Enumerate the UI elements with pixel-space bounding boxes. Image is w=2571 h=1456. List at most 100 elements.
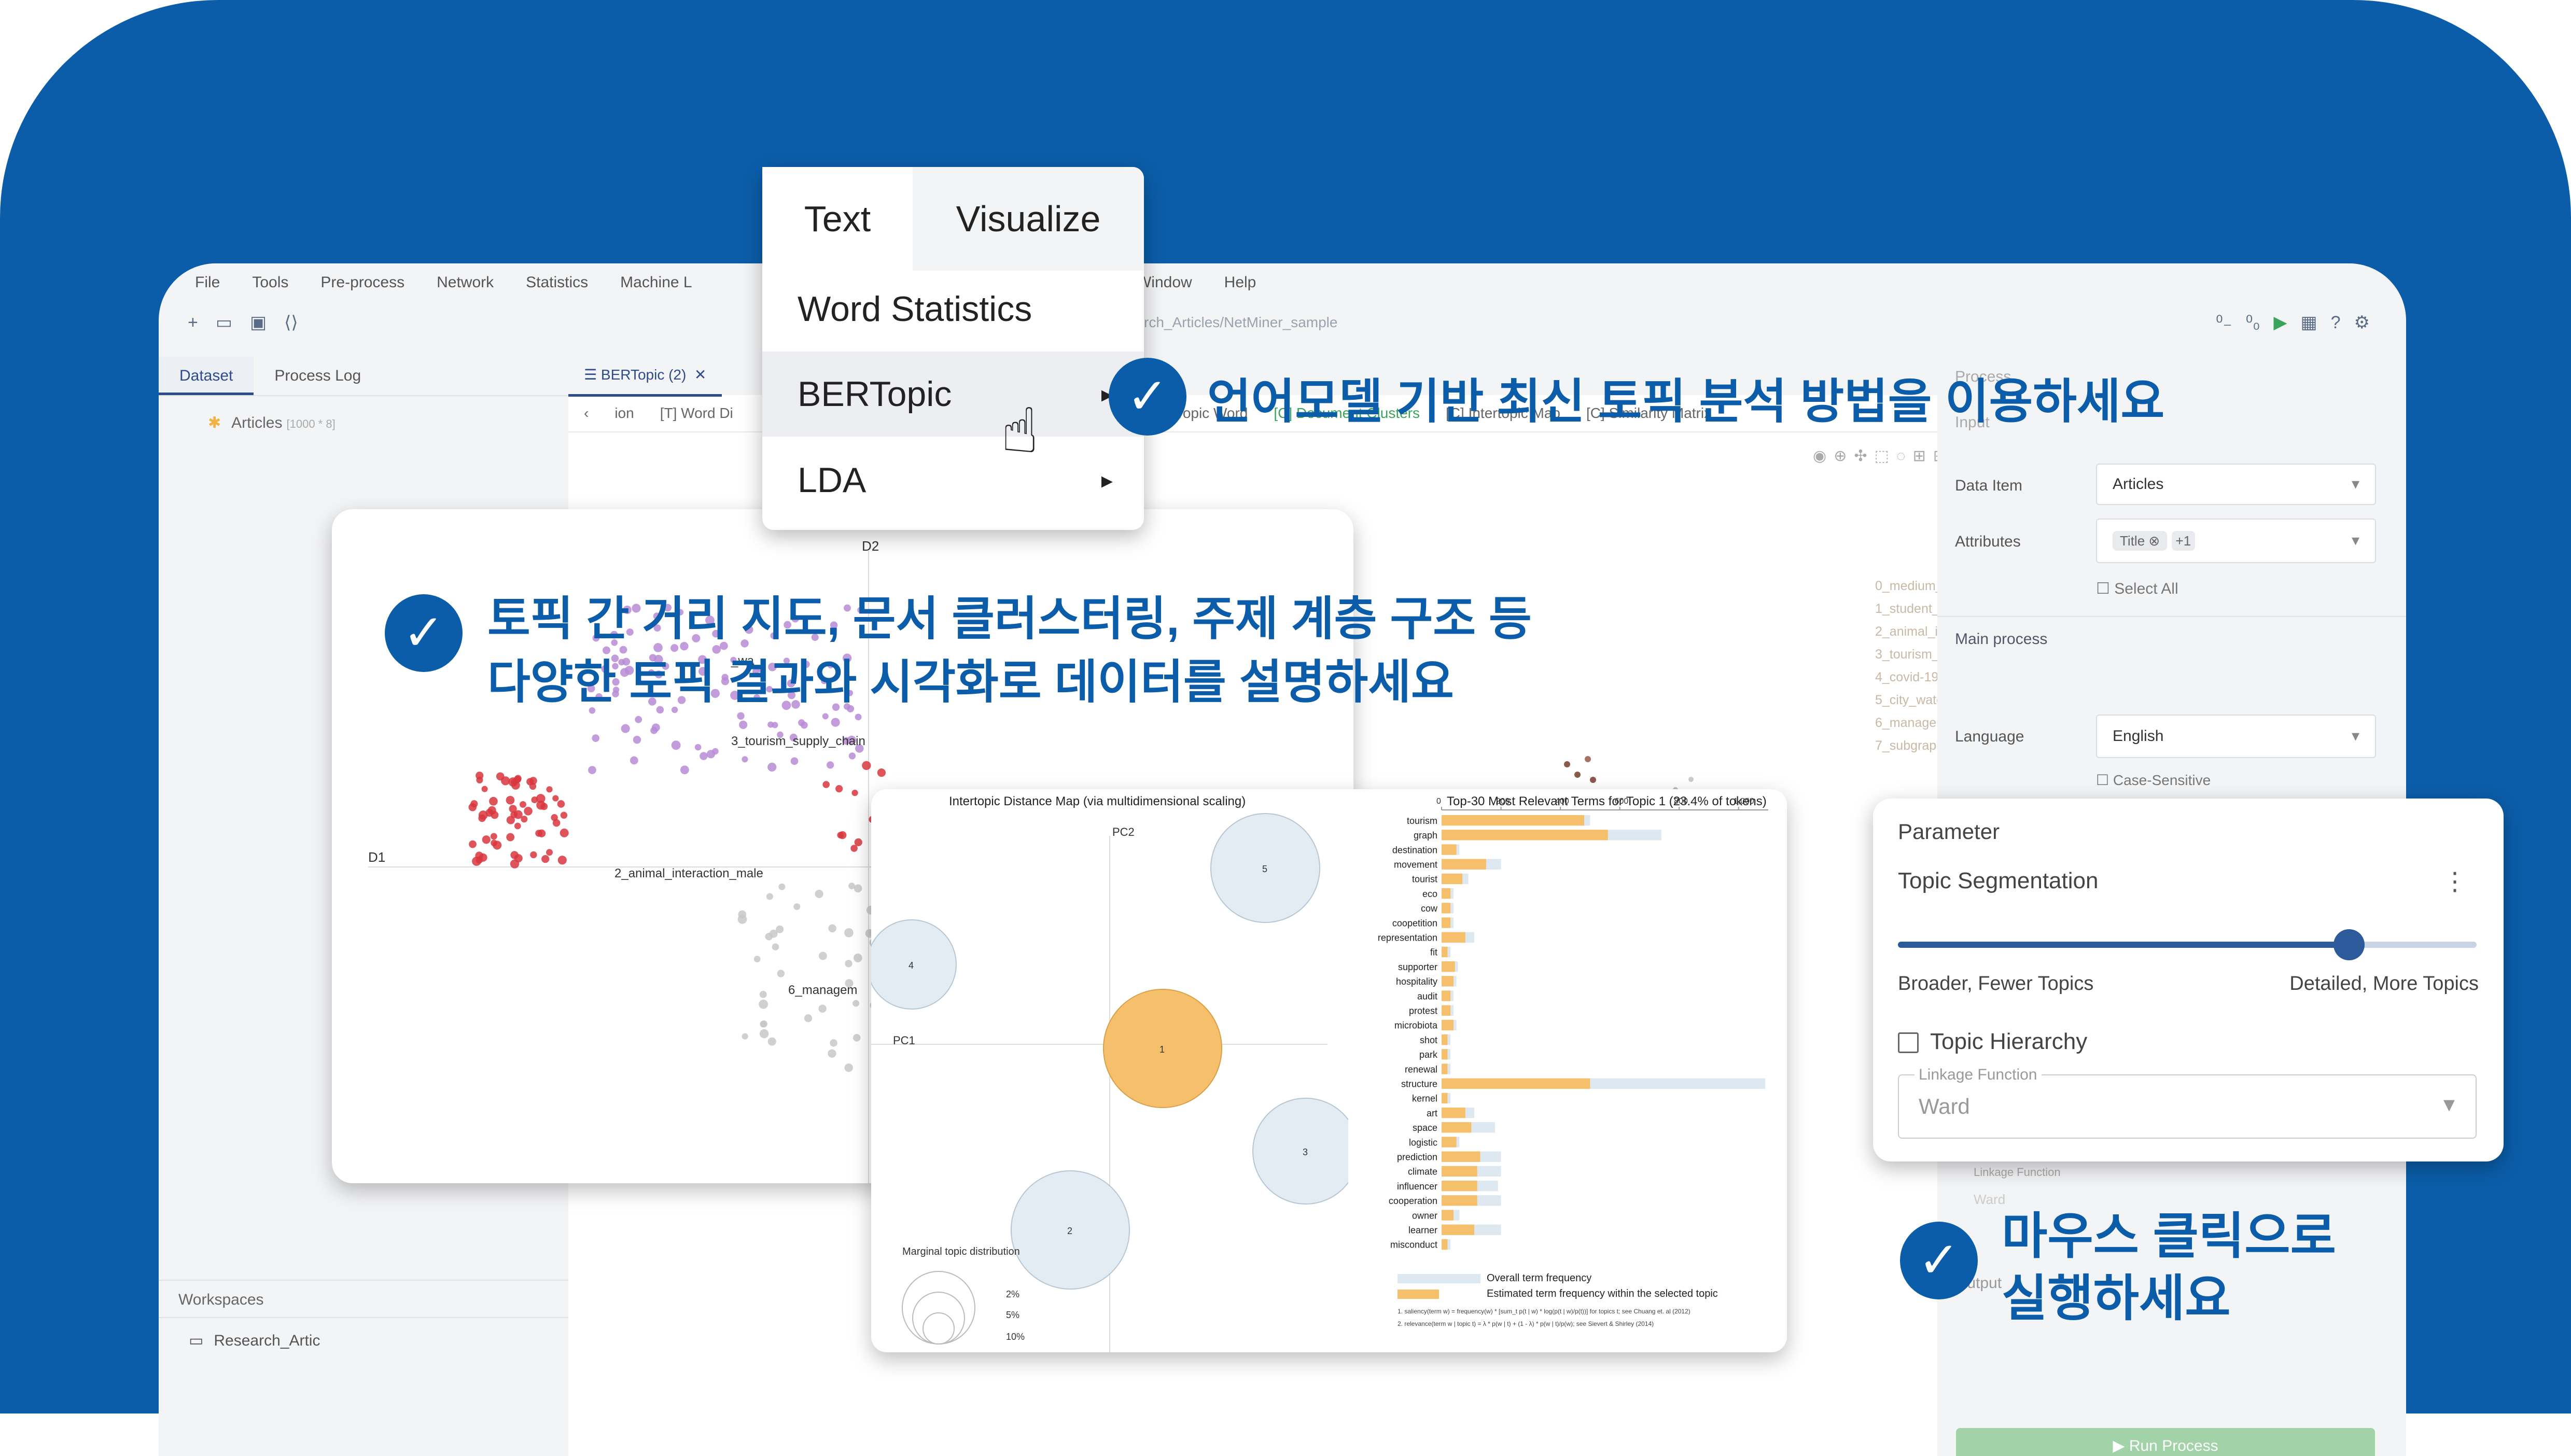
save-icon[interactable]: ▣ [250,312,267,333]
tree-item-articles[interactable]: ✱ Articles [1000 * 8] [208,414,336,432]
run-process-label: Run Process [2129,1437,2218,1454]
attributes-select[interactable]: Title ⊗ +1 ▾ [2096,519,2376,563]
menu-network[interactable]: Network [437,274,494,291]
chevron-down-icon: ▾ [2351,727,2359,745]
scatter-point [790,757,799,765]
bar-estimated [1442,1093,1448,1104]
zoom-icon[interactable]: ⊕ [1834,447,1854,465]
scatter-point [804,1014,813,1023]
scatter-point [767,1037,776,1046]
term-label: movement [1394,860,1437,870]
topic-hierarchy-checkbox[interactable]: Topic Hierarchy [1898,1029,2087,1055]
subtab-prev-icon[interactable]: ‹ [584,405,589,422]
workspace-item[interactable]: ▭ Research_Artic [189,1332,320,1350]
scatter-point [772,943,779,950]
run-process-button[interactable]: ▶ Run Process [1956,1428,2375,1456]
menu-statistics[interactable]: Statistics [526,274,588,291]
settings-icon[interactable]: ⚙ [2354,312,2370,333]
slider-left-label: Broader, Fewer Topics [1898,973,2094,995]
grid-icon[interactable]: ▦ [2300,312,2317,333]
scatter-point [621,724,630,733]
menu-item-word-statistics[interactable]: Word Statistics [762,267,1144,352]
linkage-function-select[interactable]: Linkage Function Ward ▾ [1898,1066,2477,1139]
x-tick-label: 0 [1436,797,1441,806]
bar-estimated [1442,1049,1448,1060]
topic-circle-label-2: 2 [1067,1226,1072,1236]
select-all-label: Select All [2114,580,2178,597]
scatter-point [759,990,767,998]
more-options-icon[interactable]: ⋮ [2442,867,2467,896]
cluster-label-3: 3_tourism_supply_chain [731,734,865,748]
add-icon[interactable]: + [188,313,198,333]
subtab-0[interactable]: ion [614,405,634,422]
data-item-select[interactable]: Articles ▾ [2096,464,2376,505]
menu-file[interactable]: File [195,274,220,291]
menu-item-bertopic[interactable]: BERTopic ▸ [762,352,1144,437]
menu-preprocess[interactable]: Pre-process [320,274,404,291]
scatter-point [557,856,567,865]
scatter-point [818,1004,827,1013]
menu-item-lda[interactable]: LDA ▸ [762,438,1144,523]
scatter-point [853,1000,860,1007]
scatter-point [651,723,660,732]
zoom-in-icon[interactable]: ⁰₀ [2246,312,2260,333]
legend-estimated-label: Estimated term frequency within the sele… [1487,1288,1718,1299]
scatter-point [478,814,486,822]
camera-icon[interactable]: ◉ [1813,447,1834,465]
pc1-label: PC1 [893,1034,915,1047]
data-item-label: Data Item [1955,477,2023,494]
x-tick-label: 1,000 [1734,797,1754,806]
main-process-section[interactable]: Main process [1937,616,2406,661]
term-label: cow [1421,903,1438,914]
select-icon[interactable]: ⬚ [1874,447,1896,465]
scatter-point [853,1034,861,1042]
footnote-2: 2. relevance(term w | topic t) = λ * p(w… [1398,1320,1654,1327]
tab-text[interactable]: Text [762,167,913,271]
bar-estimated [1442,1108,1465,1118]
scatter-point [552,819,561,827]
scatter-point [546,849,553,856]
select-all-checkbox[interactable]: ☐ Select All [2096,580,2178,598]
tab-bertopic[interactable]: ☰ BERTopic (2) ✕ [568,356,722,397]
menu-window[interactable]: Window [1137,274,1192,291]
attributes-label: Attributes [1955,533,2021,550]
language-select[interactable]: English ▾ [2096,715,2376,758]
folder-icon[interactable]: ▭ [216,312,232,333]
bar-estimated [1442,888,1451,899]
pan-icon[interactable]: ✣ [1854,447,1874,465]
scatter-point [862,761,871,771]
scatter-point [855,713,862,721]
term-label: owner [1412,1210,1437,1221]
scatter-point [680,765,689,775]
marginal-circle-large [902,1271,975,1345]
attribute-chip[interactable]: Title ⊗ [2113,531,2168,551]
tab-visualize[interactable]: Visualize [913,167,1144,271]
lasso-icon[interactable]: ◌ [1896,447,1913,465]
callout-llm: 언어모델 기반 최신 토픽 분석 방법을 이용하세요 [1207,375,2165,428]
subtab-1[interactable]: [T] Word Di [660,405,733,422]
plus-icon[interactable]: ⊞ [1913,447,1933,465]
slider-thumb[interactable] [2334,929,2365,960]
scatter-point [831,718,840,727]
term-label: eco [1422,889,1437,899]
case-sensitive-checkbox[interactable]: ☐ Case-Sensitive [2096,772,2211,789]
term-label: cooperation [1389,1196,1437,1206]
topic-circle-3 [1252,1098,1348,1205]
scatter-point [700,752,708,760]
menu-machine-learning[interactable]: Machine L [620,274,692,291]
help-icon[interactable]: ? [2331,313,2341,333]
tab-dataset[interactable]: Dataset [159,357,254,395]
tab-process-log[interactable]: Process Log [254,357,382,395]
folder-icon: ▭ [189,1332,204,1349]
bar-estimated [1442,903,1451,914]
bar-estimated [1442,830,1608,841]
scatter-point [671,740,681,750]
scatter-point [560,828,569,837]
play-icon[interactable]: ▶ [2273,312,2287,333]
code-icon[interactable]: ⟨⟩ [284,312,298,333]
menu-help[interactable]: Help [1224,274,1256,291]
zoom-out-icon[interactable]: ⁰₋ [2216,312,2232,333]
scatter-point [509,805,517,813]
menu-tools[interactable]: Tools [252,274,288,291]
slider-track[interactable] [1898,929,2477,960]
